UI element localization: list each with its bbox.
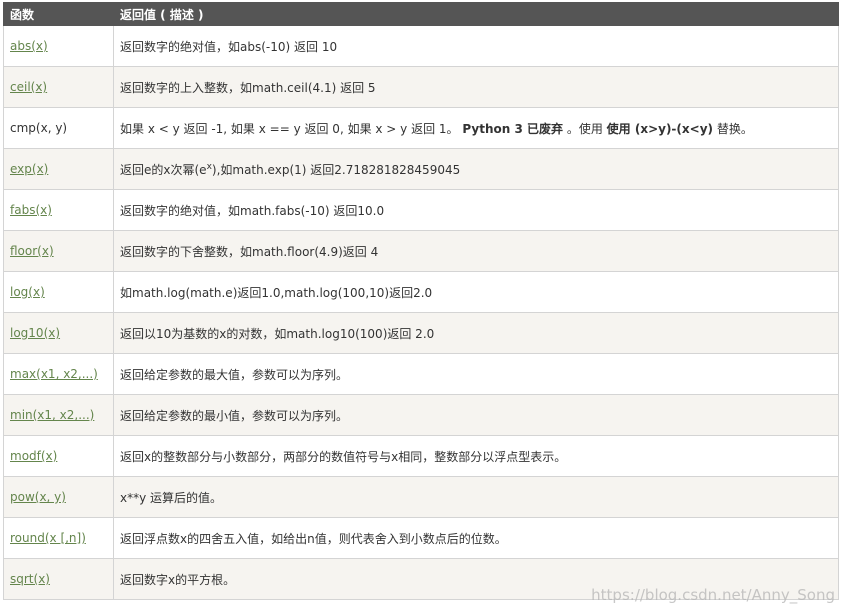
function-link-pow[interactable]: pow(x, y) [10,490,66,504]
table-header-row: 函数 返回值 ( 描述 ) [3,2,839,26]
deprecated-note: Python 3 已废弃 [462,121,563,136]
description-cell: 返回x的整数部分与小数部分，两部分的数值符号与x相同，整数部分以浮点型表示。 [113,435,839,477]
desc-text: 。使用 [566,121,603,136]
desc-text: ),如math.exp(1) 返回2.718281828459045 [211,162,461,177]
function-link-min[interactable]: min(x1, x2,...) [10,408,94,422]
function-cell: modf(x) [3,435,114,477]
functions-table-container: 函数 返回值 ( 描述 ) abs(x) 返回数字的绝对值，如abs(-10) … [3,2,839,600]
table-row: round(x [,n]) 返回浮点数x的四舍五入值，如给出n值，则代表舍入到小… [3,517,839,559]
description-cell: 返回数字的绝对值，如math.fabs(-10) 返回10.0 [113,189,839,231]
function-link-exp[interactable]: exp(x) [10,162,48,176]
description-cell: 返回以10为基数的x的对数，如math.log10(100)返回 2.0 [113,312,839,354]
function-cell: fabs(x) [3,189,114,231]
function-cell: exp(x) [3,148,114,190]
function-link-log[interactable]: log(x) [10,285,45,299]
replacement-code: 使用 (x>y)-(x<y) [606,121,714,136]
table-row: max(x1, x2,...) 返回给定参数的最大值，参数可以为序列。 [3,353,839,395]
table-row: floor(x) 返回数字的下舍整数，如math.floor(4.9)返回 4 [3,230,839,272]
table-row: pow(x, y) x**y 运算后的值。 [3,476,839,518]
function-cell: sqrt(x) [3,558,114,600]
function-cell: round(x [,n]) [3,517,114,559]
function-cell: pow(x, y) [3,476,114,518]
description-cell: 返回数字的下舍整数，如math.floor(4.9)返回 4 [113,230,839,272]
description-cell: 返回浮点数x的四舍五入值，如给出n值，则代表舍入到小数点后的位数。 [113,517,839,559]
function-cell: ceil(x) [3,66,114,108]
function-name-cmp: cmp(x, y) [10,121,68,135]
function-link-fabs[interactable]: fabs(x) [10,203,52,217]
table-row: cmp(x, y) 如果 x < y 返回 -1, 如果 x == y 返回 0… [3,107,839,149]
table-row: min(x1, x2,...) 返回给定参数的最小值，参数可以为序列。 [3,394,839,436]
function-link-abs[interactable]: abs(x) [10,39,48,53]
table-row: log(x) 如math.log(math.e)返回1.0,math.log(1… [3,271,839,313]
watermark-text: https://blog.csdn.net/Anny_Song [591,586,835,604]
function-link-log10[interactable]: log10(x) [10,326,60,340]
function-cell: max(x1, x2,...) [3,353,114,395]
header-description: 返回值 ( 描述 ) [113,2,839,26]
desc-text: 替换。 [716,121,753,136]
description-cell: 返回e的x次幂(ex),如math.exp(1) 返回2.71828182845… [113,148,839,190]
description-cell: 返回数字的上入整数，如math.ceil(4.1) 返回 5 [113,66,839,108]
table-row: ceil(x) 返回数字的上入整数，如math.ceil(4.1) 返回 5 [3,66,839,108]
table-row: abs(x) 返回数字的绝对值，如abs(-10) 返回 10 [3,25,839,67]
function-cell: abs(x) [3,25,114,67]
function-cell: log10(x) [3,312,114,354]
table-row: modf(x) 返回x的整数部分与小数部分，两部分的数值符号与x相同，整数部分以… [3,435,839,477]
table-row: log10(x) 返回以10为基数的x的对数，如math.log10(100)返… [3,312,839,354]
function-link-round[interactable]: round(x [,n]) [10,531,86,545]
function-cell: min(x1, x2,...) [3,394,114,436]
description-cell: x**y 运算后的值。 [113,476,839,518]
function-cell: log(x) [3,271,114,313]
table-row: exp(x) 返回e的x次幂(ex),如math.exp(1) 返回2.7182… [3,148,839,190]
math-functions-table: 函数 返回值 ( 描述 ) abs(x) 返回数字的绝对值，如abs(-10) … [3,2,839,600]
description-cell: 返回给定参数的最小值，参数可以为序列。 [113,394,839,436]
description-cell: 如果 x < y 返回 -1, 如果 x == y 返回 0, 如果 x > y… [113,107,839,149]
description-cell: 返回给定参数的最大值，参数可以为序列。 [113,353,839,395]
table-row: fabs(x) 返回数字的绝对值，如math.fabs(-10) 返回10.0 [3,189,839,231]
function-link-floor[interactable]: floor(x) [10,244,54,258]
function-cell: floor(x) [3,230,114,272]
description-cell: 如math.log(math.e)返回1.0,math.log(100,10)返… [113,271,839,313]
function-link-max[interactable]: max(x1, x2,...) [10,367,98,381]
function-cell: cmp(x, y) [3,107,114,149]
desc-text: 如果 x < y 返回 -1, 如果 x == y 返回 0, 如果 x > y… [120,121,459,136]
desc-text: 返回e的x次幂(e [120,162,207,177]
function-link-sqrt[interactable]: sqrt(x) [10,572,50,586]
header-function: 函数 [3,2,114,26]
function-link-ceil[interactable]: ceil(x) [10,80,47,94]
function-link-modf[interactable]: modf(x) [10,449,57,463]
description-cell: 返回数字的绝对值，如abs(-10) 返回 10 [113,25,839,67]
